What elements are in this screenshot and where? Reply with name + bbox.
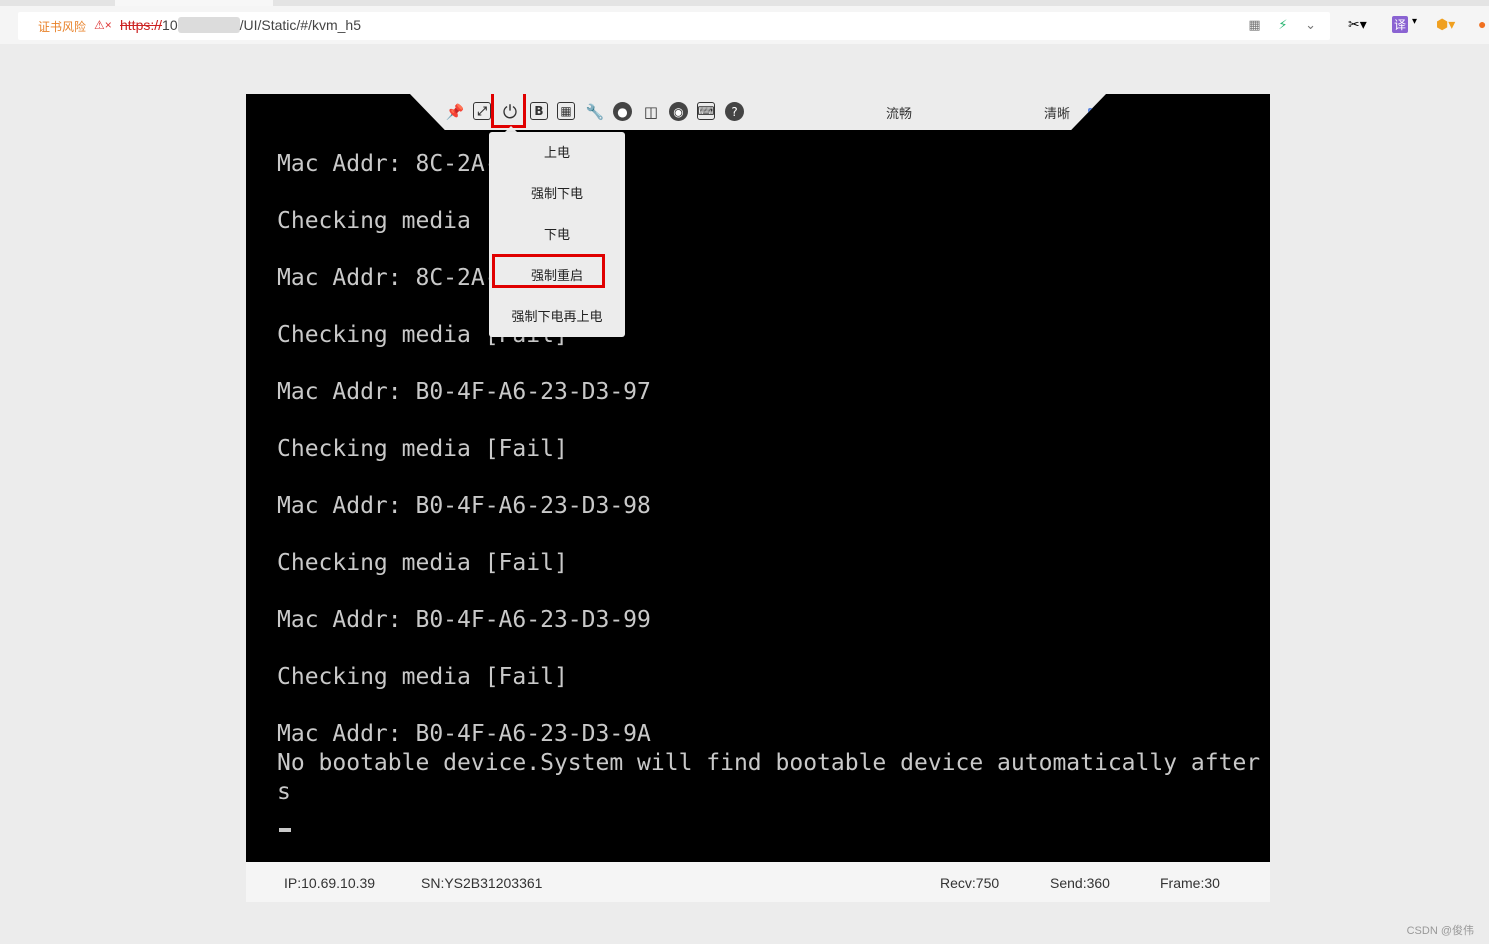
terminal-line: Mac Addr: B0-4F-A6-23-D3-9A bbox=[277, 721, 651, 747]
address-bar[interactable]: 证书风险 ⚠× https://10/UI/Static/#/kvm_h5 ▦ … bbox=[18, 12, 1330, 40]
kvm-console[interactable]: Mac Addr: 8C-2A-8E Checking media [Fa Ma… bbox=[246, 94, 1270, 862]
terminal-line: s bbox=[277, 779, 291, 805]
menu-item-power-off[interactable]: 下电 bbox=[489, 214, 625, 255]
power-button-highlight bbox=[491, 94, 526, 128]
help-icon[interactable]: ? bbox=[725, 102, 744, 121]
slider-handle[interactable]: ||| bbox=[1152, 100, 1170, 124]
fullscreen-icon[interactable]: ⤢ bbox=[473, 102, 491, 120]
power-menu: 上电 强制下电 下电 强制重启 强制下电再上电 bbox=[489, 132, 625, 337]
terminal-output: Mac Addr: 8C-2A-8E Checking media [Fa Ma… bbox=[277, 94, 1260, 805]
menu-item-force-power-off[interactable]: 强制下电 bbox=[489, 173, 625, 214]
quality-slider[interactable]: ||| bbox=[1088, 106, 1106, 118]
status-recv: Recv:750 bbox=[940, 875, 1000, 891]
wrench-icon[interactable]: 🔧 bbox=[585, 102, 605, 122]
status-bar: IP:10.69.10.39 SN:YS2B31203361 Recv:750 … bbox=[246, 862, 1270, 902]
floppy-icon[interactable]: ◫ bbox=[641, 102, 661, 122]
keyboard-shortcut-icon[interactable]: ▦ bbox=[557, 102, 575, 120]
url-protocol: https:// bbox=[120, 17, 163, 33]
terminal-line: Checking media [Fail] bbox=[277, 664, 568, 690]
slider-fill bbox=[1088, 108, 1106, 118]
address-bar-icons: ▦ ⚡ ⌄ bbox=[1234, 17, 1316, 33]
watermark: CSDN @俊伟 bbox=[1406, 925, 1474, 937]
terminal-line: Mac Addr: B0-4F-A6-23-D3-98 bbox=[277, 493, 651, 519]
scissors-icon[interactable]: ✂▾ bbox=[1348, 16, 1367, 33]
menu-item-power-cycle[interactable]: 强制下电再上电 bbox=[489, 296, 625, 337]
chevron-down-icon[interactable]: ⌄ bbox=[1305, 17, 1316, 32]
terminal-line: Mac Addr: B0-4F-A6-23-D3-97 bbox=[277, 379, 651, 405]
keyboard-icon[interactable]: ⌨ bbox=[697, 102, 715, 120]
pin-icon[interactable]: 📌 bbox=[445, 102, 465, 122]
extension-icon[interactable]: ● bbox=[1478, 16, 1486, 32]
status-sn: SN:YS2B31203361 bbox=[421, 875, 543, 891]
record-icon[interactable]: ◉ bbox=[669, 102, 688, 121]
slider-track bbox=[1088, 108, 1106, 118]
qr-code-icon[interactable]: ▦ bbox=[1248, 17, 1260, 32]
url-path: /UI/Static/#/kvm_h5 bbox=[239, 17, 361, 33]
redacted-host bbox=[177, 17, 240, 33]
terminal-line: Checking media [Fail] bbox=[277, 436, 568, 462]
cert-warning[interactable]: 证书风险 bbox=[38, 18, 86, 35]
status-ip: IP:10.69.10.39 bbox=[284, 875, 376, 891]
translate-icon[interactable]: 译 bbox=[1392, 16, 1409, 33]
terminal-line: Checking media [Fail] bbox=[277, 550, 568, 576]
force-restart-highlight bbox=[492, 254, 605, 288]
menu-item-power-on[interactable]: 上电 bbox=[489, 132, 625, 173]
lightning-icon[interactable]: ⚡ bbox=[1278, 17, 1287, 32]
cd-dvd-icon[interactable]: ● bbox=[613, 102, 632, 121]
shield-icon[interactable]: ⬢▾ bbox=[1436, 16, 1455, 33]
quality-low-label: 流畅 bbox=[886, 106, 913, 121]
status-frame: Frame:30 bbox=[1160, 875, 1220, 891]
browser-toolbar: 证书风险 ⚠× https://10/UI/Static/#/kvm_h5 ▦ … bbox=[0, 6, 1489, 44]
quality-high-label: 清晰 bbox=[1044, 106, 1071, 121]
translate-dropdown-icon[interactable]: ▾ bbox=[1412, 16, 1417, 27]
insecure-icon: ⚠× bbox=[94, 18, 112, 32]
terminal-line: No bootable device.System will find boot… bbox=[277, 750, 1261, 776]
terminal-cursor bbox=[279, 828, 291, 832]
boot-options-icon[interactable]: B bbox=[530, 102, 548, 120]
url-prefix: 10 bbox=[162, 17, 178, 33]
terminal-line: Mac Addr: B0-4F-A6-23-D3-99 bbox=[277, 607, 651, 633]
url-text[interactable]: https://10/UI/Static/#/kvm_h5 bbox=[120, 17, 361, 33]
status-send: Send:360 bbox=[1050, 875, 1110, 891]
